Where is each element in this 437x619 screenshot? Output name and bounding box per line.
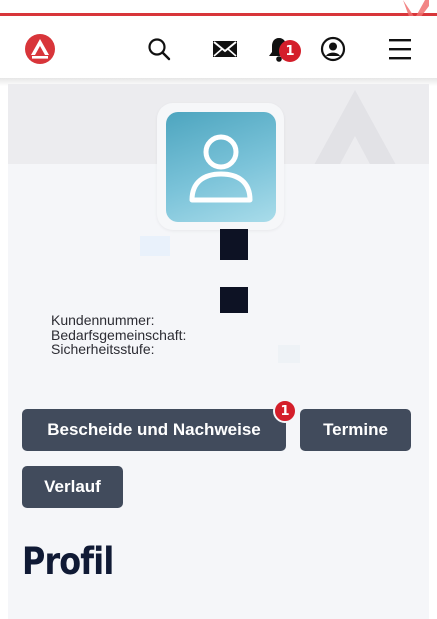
arbeitsagentur-logo-icon[interactable] bbox=[25, 34, 55, 64]
sicherheitsstufe-label: Sicherheitsstufe: bbox=[51, 341, 155, 357]
bedarfsgemeinschaft-label: Bedarfsgemeinschaft: bbox=[51, 326, 187, 343]
app-header: 1 bbox=[0, 16, 437, 78]
profile-info-labels: Kundennummer: Bedarfsgemeinschaft: Siche… bbox=[51, 313, 186, 357]
page-title: Profil bbox=[22, 540, 114, 583]
bescheide-badge: 1 bbox=[273, 399, 297, 423]
termine-button[interactable]: Termine bbox=[300, 409, 411, 451]
user-circle-icon[interactable] bbox=[318, 34, 348, 64]
kundennummer-label: Kundennummer: bbox=[51, 312, 155, 328]
notification-badge: 1 bbox=[279, 40, 301, 62]
brand-watermark bbox=[314, 90, 396, 164]
hamburger-menu-icon[interactable] bbox=[385, 34, 415, 64]
search-icon[interactable] bbox=[144, 34, 174, 64]
redaction-mark bbox=[140, 236, 170, 256]
redacted-value bbox=[220, 287, 248, 313]
mail-icon[interactable] bbox=[210, 34, 240, 64]
user-avatar-icon bbox=[166, 112, 276, 222]
bescheide-und-nachweise-button[interactable]: Bescheide und Nachweise bbox=[22, 409, 286, 451]
redaction-mark bbox=[278, 345, 300, 363]
verlauf-button[interactable]: Verlauf bbox=[22, 466, 123, 508]
redacted-name bbox=[220, 229, 248, 260]
